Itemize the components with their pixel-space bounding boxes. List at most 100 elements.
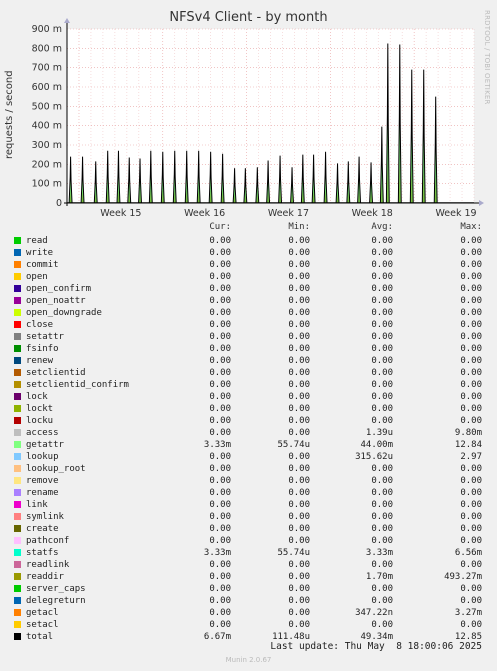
legend-min-value: 0.00	[288, 596, 310, 606]
legend-swatch	[14, 513, 21, 520]
legend-label: open_noattr	[26, 296, 86, 306]
legend-max-value: 0.00	[460, 260, 482, 270]
legend-label: lock	[26, 392, 48, 402]
legend-max-value: 0.00	[460, 560, 482, 570]
legend-cur-value: 0.00	[209, 500, 231, 510]
legend-max-value: 0.00	[460, 392, 482, 402]
legend-cur-value: 0.00	[209, 620, 231, 630]
legend-cur-value: 0.00	[209, 308, 231, 318]
legend-max-value: 0.00	[460, 404, 482, 414]
legend-cur-value: 0.00	[209, 464, 231, 474]
legend-cur-value: 0.00	[209, 416, 231, 426]
legend-max-value: 493.27m	[444, 572, 482, 582]
legend-max-value: 3.27m	[454, 608, 482, 618]
legend-max-value: 0.00	[460, 332, 482, 342]
legend-swatch	[14, 477, 21, 484]
legend-row-open-noattr: open_noattr 0.00 0.00 0.00 0.00	[0, 295, 497, 307]
x-tick-label: Week 15	[100, 208, 141, 219]
legend-min-value: 0.00	[288, 368, 310, 378]
legend-max-value: 0.00	[460, 368, 482, 378]
y-tick-label: 500 m	[32, 101, 62, 112]
legend-swatch	[14, 489, 21, 496]
legend-label: write	[26, 248, 54, 258]
legend-avg-value: 0.00	[371, 344, 393, 354]
legend-min-value: 0.00	[288, 236, 310, 246]
legend-avg-value: 0.00	[371, 284, 393, 294]
legend-cur-value: 0.00	[209, 260, 231, 270]
legend-label: access	[26, 428, 59, 438]
legend-swatch	[14, 381, 21, 388]
legend-swatch	[14, 333, 21, 340]
legend-row-lockt: lockt 0.00 0.00 0.00 0.00	[0, 403, 497, 415]
legend-max-value: 0.00	[460, 476, 482, 486]
legend-cur-value: 0.00	[209, 236, 231, 246]
legend-swatch	[14, 501, 21, 508]
legend-row-open-downgrade: open_downgrade 0.00 0.00 0.00 0.00	[0, 307, 497, 319]
legend-cur-value: 0.00	[209, 596, 231, 606]
legend-avg-value: 0.00	[371, 524, 393, 534]
legend-swatch	[14, 525, 21, 532]
legend-avg-value: 0.00	[371, 356, 393, 366]
y-tick-label: 0	[56, 198, 62, 209]
legend-max-value: 6.56m	[454, 548, 482, 558]
legend-min-value: 0.00	[288, 536, 310, 546]
legend-label: fsinfo	[26, 344, 59, 354]
legend-max-value: 2.97	[460, 452, 482, 462]
legend-min-value: 0.00	[288, 320, 310, 330]
legend-avg-value: 0.00	[371, 620, 393, 630]
legend-row-symlink: symlink 0.00 0.00 0.00 0.00	[0, 511, 497, 523]
y-tick-label: 300 m	[32, 140, 62, 151]
legend-row-lookup-root: lookup_root 0.00 0.00 0.00 0.00	[0, 463, 497, 475]
legend-avg-value: 0.00	[371, 536, 393, 546]
legend-min-value: 0.00	[288, 476, 310, 486]
y-axis-arrow	[64, 18, 70, 23]
legend-row-lock: lock 0.00 0.00 0.00 0.00	[0, 391, 497, 403]
legend-cur-value: 0.00	[209, 296, 231, 306]
legend-label: setclientid_confirm	[26, 380, 129, 390]
last-update: Last update: Thu May 8 18:00:06 2025	[270, 641, 482, 652]
legend-avg-value: 0.00	[371, 296, 393, 306]
legend-cur-value: 0.00	[209, 584, 231, 594]
legend-label: link	[26, 500, 48, 510]
legend-min-value: 0.00	[288, 260, 310, 270]
legend-avg-value: 0.00	[371, 236, 393, 246]
legend-avg-value: 0.00	[371, 512, 393, 522]
legend-swatch	[14, 453, 21, 460]
legend-label: setacl	[26, 620, 59, 630]
legend-max-value: 9.80m	[454, 428, 482, 438]
legend-swatch	[14, 609, 21, 616]
legend-header-min: Min:	[288, 222, 310, 232]
legend-max-value: 0.00	[460, 344, 482, 354]
legend-swatch	[14, 621, 21, 628]
legend-cur-value: 6.67m	[203, 632, 231, 642]
legend-row-pathconf: pathconf 0.00 0.00 0.00 0.00	[0, 535, 497, 547]
legend-label: open	[26, 272, 48, 282]
legend-swatch	[14, 273, 21, 280]
legend-row-setclientid-confirm: setclientid_confirm 0.00 0.00 0.00 0.00	[0, 379, 497, 391]
y-tick-label: 600 m	[32, 82, 62, 93]
legend-label: setattr	[26, 332, 64, 342]
legend-row-setclientid: setclientid 0.00 0.00 0.00 0.00	[0, 367, 497, 379]
legend-max-value: 0.00	[460, 356, 482, 366]
legend-header-row: Cur: Min: Avg: Max:	[0, 221, 497, 233]
legend-label: setclientid	[26, 368, 86, 378]
legend-avg-value: 0.00	[371, 500, 393, 510]
legend-label: commit	[26, 260, 59, 270]
legend-max-value: 0.00	[460, 236, 482, 246]
legend-swatch	[14, 573, 21, 580]
legend-cur-value: 0.00	[209, 536, 231, 546]
legend-avg-value: 0.00	[371, 368, 393, 378]
legend-min-value: 0.00	[288, 356, 310, 366]
legend-header-cur: Cur:	[209, 222, 231, 232]
y-tick-label: 200 m	[32, 159, 62, 170]
legend-min-value: 0.00	[288, 248, 310, 258]
legend-row-open: open 0.00 0.00 0.00 0.00	[0, 271, 497, 283]
legend-min-value: 0.00	[288, 560, 310, 570]
legend-max-value: 0.00	[460, 380, 482, 390]
legend-row-commit: commit 0.00 0.00 0.00 0.00	[0, 259, 497, 271]
legend-avg-value: 0.00	[371, 320, 393, 330]
x-tick-label: Week 18	[352, 208, 393, 219]
legend-min-value: 0.00	[288, 296, 310, 306]
legend-avg-value: 0.00	[371, 476, 393, 486]
legend-min-value: 0.00	[288, 620, 310, 630]
